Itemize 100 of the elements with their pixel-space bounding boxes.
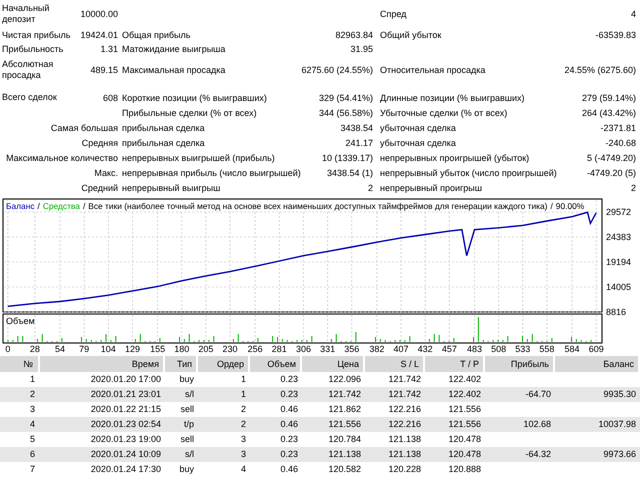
x-tick-label: 584 [564, 344, 580, 354]
stat-value: 1.31 [100, 44, 118, 54]
stat-value: -4749.20 (5) [586, 168, 636, 178]
stat-label: Спред [380, 9, 406, 19]
stat-value: -240.68 [605, 138, 636, 148]
stat-label: Общая прибыль [122, 30, 190, 40]
column-header[interactable]: Баланс [555, 356, 640, 372]
table-cell: -64.32 [525, 449, 551, 459]
column-header[interactable]: S / L [365, 356, 425, 372]
table-cell: 2020.01.23 02:54 [90, 419, 161, 429]
column-header[interactable]: № [0, 356, 40, 372]
stat-label: убыточная сделка [380, 122, 456, 132]
stat-value: 241.17 [345, 138, 373, 148]
stat-value: 10000.00 [80, 9, 118, 19]
table-cell: t/p [184, 419, 194, 429]
stat-label: непрерывных выигрышей (прибыль) [122, 152, 275, 162]
x-tick-label: 558 [539, 344, 554, 354]
stat-label: непрерывный выигрыш [122, 182, 220, 192]
column-header[interactable]: Цена [302, 356, 365, 372]
x-tick-label: 54 [55, 344, 65, 354]
stat-label: Прибыльные сделки (% от всех) [122, 108, 257, 118]
column-header[interactable]: T / P [425, 356, 485, 372]
stat-value: 279 (59.14%) [582, 92, 636, 102]
stat-label: Абсолютная просадка [2, 59, 54, 81]
stat-value: 4 [630, 9, 636, 19]
column-header[interactable]: Ордер [198, 356, 250, 372]
x-tick-label: 483 [466, 344, 482, 354]
x-tick-label: 129 [124, 344, 140, 354]
table-cell: 0.46 [280, 404, 298, 414]
table-cell: 2020.01.20 17:00 [90, 374, 161, 384]
y-tick-label: 14005 [606, 282, 632, 292]
stat-value: 344 (56.58%) [318, 108, 373, 118]
x-tick-label: 382 [369, 344, 384, 354]
table-cell: 122.096 [328, 374, 361, 384]
stat-caption: Максимальное количество [6, 152, 118, 162]
table-cell: 102.68 [523, 419, 551, 429]
stat-value: 6275.60 (24.55%) [301, 65, 373, 75]
table-cell: 121.742 [388, 389, 421, 399]
table-cell: 121.138 [328, 449, 361, 459]
table-cell: 2 [240, 419, 246, 429]
model-note: Все тики (наиболее точный метод на основе всех наименьших доступных таймфреймов для генерации каждого тика) [88, 201, 548, 211]
table-cell: 5 [30, 434, 35, 444]
table-cell: 7 [30, 464, 35, 474]
x-tick-label: 79 [79, 344, 90, 354]
y-tick-label: 8816 [606, 307, 626, 317]
table-cell: -64.70 [525, 389, 551, 399]
stat-value: 31.95 [350, 44, 373, 54]
x-tick-label: 155 [150, 344, 166, 354]
table-cell: 3 [240, 449, 246, 459]
stat-value: 10 (1339.17) [322, 152, 373, 162]
table-cell: 4 [240, 464, 246, 474]
table-cell: 120.582 [328, 464, 361, 474]
table-cell: buy [179, 374, 194, 384]
table-cell: 0.46 [280, 464, 298, 474]
stat-label: непрерывная прибыль (число выигрышей) [122, 168, 301, 178]
legend-item: Средства [42, 201, 80, 211]
stat-label: прибыльная сделка [122, 122, 205, 132]
legend-item: Баланс [6, 201, 35, 211]
table-cell: 0.23 [280, 449, 298, 459]
column-header[interactable]: Тип [165, 356, 198, 372]
table-cell: 1 [240, 374, 246, 384]
model-quality: 90.00% [556, 201, 584, 211]
table-cell: 2020.01.21 23:01 [90, 389, 161, 399]
stat-value: 3438.54 [340, 122, 373, 132]
stat-value: 489.15 [90, 65, 118, 75]
x-tick-label: 180 [174, 344, 190, 354]
stat-value: 264 (43.42%) [582, 108, 636, 118]
table-cell: 120.478 [448, 449, 481, 459]
stat-label: непрерывный проигрыш [380, 182, 482, 192]
x-tick-label: 609 [588, 344, 604, 354]
stat-label: Матожидание выигрыша [122, 44, 226, 54]
stat-value: 19424.01 [80, 30, 118, 40]
x-tick-label: 457 [442, 344, 457, 354]
table-cell: 1 [240, 389, 246, 399]
column-header[interactable]: Прибыль [485, 356, 555, 372]
table-cell: 0.23 [280, 374, 298, 384]
table-cell: 3 [240, 434, 246, 444]
x-tick-label: 0 [5, 344, 10, 354]
y-tick-label: 24383 [606, 232, 632, 242]
stat-label: Длинные позиции (% выигравших) [380, 92, 525, 102]
table-cell: sell [180, 404, 194, 414]
table-cell: 120.784 [328, 434, 361, 444]
table-cell: 1 [30, 374, 35, 384]
table-cell: s/l [185, 449, 194, 459]
stat-label: прибыльная сделка [122, 138, 205, 148]
x-tick-label: 356 [344, 344, 360, 354]
stat-label: Короткие позиции (% выигравших) [122, 92, 267, 102]
table-cell: 122.402 [448, 374, 481, 384]
table-cell: 0.23 [280, 434, 298, 444]
table-cell: 122.402 [448, 389, 481, 399]
stat-label: Общий убыток [380, 30, 442, 40]
table-cell: 6 [30, 449, 35, 459]
table-cell: 2020.01.22 21:15 [90, 404, 161, 414]
stat-value: -2371.81 [600, 122, 636, 132]
stat-caption: Макс. [94, 168, 118, 178]
stat-value: 24.55% (6275.60) [564, 65, 636, 75]
stat-caption: Самая большая [50, 122, 118, 132]
column-header[interactable]: Время [40, 356, 165, 372]
x-tick-label: 281 [272, 344, 287, 354]
column-header[interactable]: Объем [250, 356, 302, 372]
